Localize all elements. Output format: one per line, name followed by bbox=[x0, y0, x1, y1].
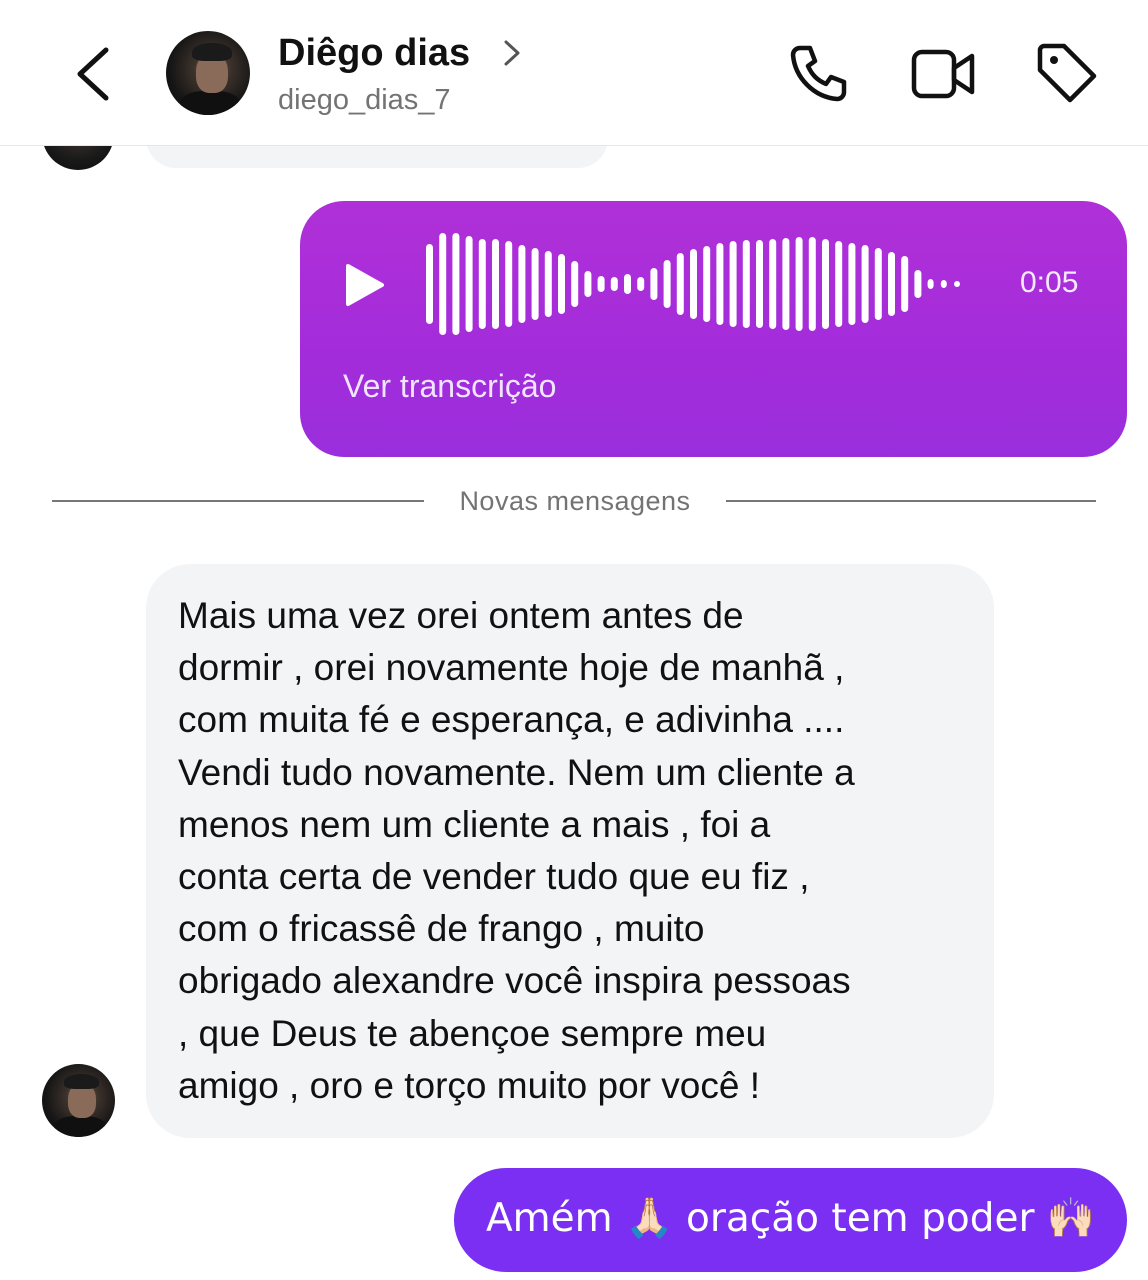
waveform-bar bbox=[742, 240, 750, 328]
waveform-bar bbox=[795, 237, 803, 331]
waveform-bar bbox=[650, 268, 658, 300]
audio-waveform[interactable] bbox=[424, 230, 984, 338]
waveform-bar bbox=[492, 239, 499, 329]
back-button[interactable] bbox=[70, 42, 120, 106]
chevron-right-icon bbox=[504, 40, 520, 66]
waveform-bar bbox=[544, 251, 552, 317]
sent-message-text: Amém 🙏🏻 oração tem poder 🙌🏻 bbox=[486, 1196, 1096, 1241]
waveform-bar bbox=[624, 274, 631, 294]
waveform-bar bbox=[676, 253, 684, 315]
new-messages-divider-label: Novas mensagens bbox=[459, 486, 691, 516]
waveform-bar bbox=[584, 271, 592, 297]
waveform-bar bbox=[426, 244, 433, 324]
waveform-bar bbox=[571, 261, 579, 307]
waveform-bar bbox=[597, 276, 605, 292]
waveform-bar bbox=[558, 254, 565, 314]
waveform-bar bbox=[756, 240, 763, 328]
divider-line-right bbox=[726, 500, 1096, 502]
waveform-bar bbox=[861, 245, 869, 323]
contact-avatar-small[interactable] bbox=[42, 1064, 115, 1137]
waveform-bar bbox=[531, 248, 539, 320]
waveform-bar bbox=[610, 277, 618, 291]
waveform-bar bbox=[465, 236, 473, 332]
view-transcript-link[interactable]: Ver transcrição bbox=[343, 368, 556, 405]
waveform-bar bbox=[439, 233, 447, 335]
phone-icon bbox=[790, 45, 847, 102]
contact-avatar[interactable] bbox=[166, 31, 250, 115]
waveform-bar bbox=[690, 249, 697, 319]
waveform-bar bbox=[729, 241, 737, 327]
waveform-bar bbox=[518, 245, 526, 323]
chat-header: Diêgo dias diego_dias_7 bbox=[0, 0, 1148, 146]
play-icon[interactable] bbox=[344, 262, 386, 308]
audio-call-button[interactable] bbox=[786, 40, 852, 106]
waveform-bar bbox=[782, 238, 790, 330]
waveform-bar bbox=[822, 239, 829, 329]
waveform-bar bbox=[874, 248, 882, 320]
chevron-left-icon bbox=[77, 47, 109, 101]
waveform-bar bbox=[478, 239, 486, 329]
waveform-bar bbox=[703, 246, 711, 322]
video-call-button[interactable] bbox=[910, 40, 976, 106]
waveform-bar bbox=[835, 241, 843, 327]
waveform-bar bbox=[954, 281, 960, 287]
contact-name[interactable]: Diêgo dias bbox=[278, 32, 470, 75]
divider-line-left bbox=[52, 500, 424, 502]
waveform-bar bbox=[505, 241, 513, 327]
waveform-bar bbox=[927, 279, 934, 289]
waveform-bar bbox=[848, 243, 856, 325]
audio-duration: 0:05 bbox=[1020, 266, 1079, 299]
chat-screen: Diêgo dias diego_dias_7 0:05 Ver transcr… bbox=[0, 0, 1148, 1280]
waveform-bar bbox=[716, 243, 724, 325]
waveform-bar bbox=[769, 239, 777, 329]
waveform-bar bbox=[940, 280, 947, 288]
video-camera-icon bbox=[911, 49, 975, 99]
received-message-text: Mais uma vez orei ontem antes de dormir … bbox=[178, 595, 855, 1106]
tag-icon bbox=[1037, 43, 1097, 103]
waveform-bar bbox=[663, 260, 671, 308]
waveform-bar bbox=[901, 256, 909, 312]
waveform-bar bbox=[888, 252, 895, 316]
waveform-bar bbox=[914, 270, 922, 298]
tag-button[interactable] bbox=[1034, 40, 1100, 106]
waveform-bar bbox=[808, 237, 816, 331]
waveform-bar bbox=[452, 233, 460, 335]
waveform-bar bbox=[637, 277, 645, 291]
contact-handle: diego_dias_7 bbox=[278, 84, 451, 116]
